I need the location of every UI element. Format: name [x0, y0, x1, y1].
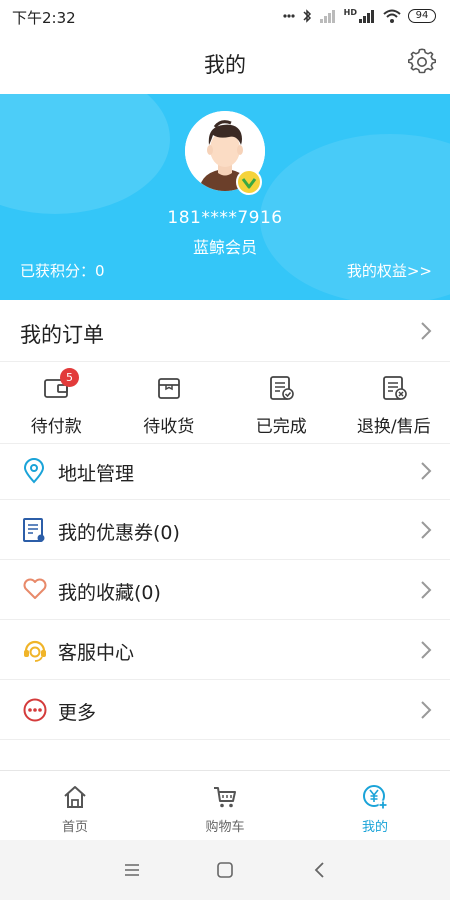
tab-mine[interactable]: 我的: [300, 771, 450, 840]
order-label: 待付款: [30, 417, 82, 437]
chevron-right-icon: [421, 701, 432, 719]
menu-customer-service[interactable]: 客服中心: [0, 620, 450, 680]
bottom-tab-bar: 首页 购物车 我的: [0, 770, 450, 840]
menu-label: 我的收藏(0): [58, 582, 161, 604]
status-bar: 下午2:32 HD 94: [0, 0, 450, 32]
page-header: 我的: [0, 32, 450, 94]
order-label: 待收货: [143, 417, 195, 437]
headset-icon: [24, 640, 46, 662]
wifi-icon: [383, 9, 401, 23]
menu-more[interactable]: 更多: [0, 680, 450, 740]
my-orders-title: 我的订单: [20, 323, 104, 347]
more-dots-icon: [283, 14, 295, 18]
page-title: 我的: [204, 53, 246, 77]
menu-favorites[interactable]: 我的收藏(0): [0, 560, 450, 620]
more-dots-icon: [23, 698, 47, 722]
menu-label: 地址管理: [58, 463, 135, 485]
order-label: 已完成: [255, 417, 307, 437]
menu-coupons[interactable]: 我的优惠券(0): [0, 500, 450, 560]
order-pending-payment[interactable]: 5 待付款: [0, 362, 113, 443]
order-status-row: 5 待付款 待收货 已完成 退换/售后: [0, 362, 450, 444]
system-navigation-bar: [0, 840, 450, 900]
order-returns[interactable]: 退换/售后: [338, 362, 450, 443]
box-icon: [157, 378, 180, 399]
home-icon: [64, 786, 86, 808]
location-pin-icon: [23, 458, 45, 484]
tab-label: 购物车: [205, 820, 245, 835]
chevron-right-icon: [421, 322, 432, 340]
chevron-right-icon: [421, 462, 432, 480]
menu-label: 更多: [58, 702, 97, 724]
vip-badge-icon: [236, 169, 262, 195]
heart-icon: [23, 578, 47, 599]
order-completed[interactable]: 已完成: [225, 362, 338, 443]
member-level: 蓝鲸会员: [192, 238, 257, 257]
signal-strong-icon: [359, 10, 374, 23]
bluetooth-icon: [303, 9, 311, 23]
tab-label: 首页: [61, 820, 88, 835]
battery-indicator: 94: [408, 9, 436, 23]
gear-icon[interactable]: [408, 48, 436, 76]
status-time: 下午2:32: [12, 9, 76, 27]
points-label: 已获积分：0: [20, 262, 105, 280]
menu-label: 客服中心: [58, 642, 135, 664]
profile-banner: 181****7916 蓝鲸会员 已获积分：0 我的权益>>: [0, 94, 450, 300]
network-type-label: HD: [343, 7, 357, 17]
yen-plus-icon: [363, 785, 388, 810]
user-phone: 181****7916: [167, 208, 283, 228]
cart-icon: [214, 787, 236, 808]
chevron-right-icon: [421, 641, 432, 659]
chevron-right-icon: [421, 521, 432, 539]
my-orders-header[interactable]: 我的订单: [0, 300, 450, 362]
return-doc-icon: [382, 376, 407, 400]
back-arrow-icon[interactable]: [310, 860, 330, 880]
tab-cart[interactable]: 购物车: [150, 771, 300, 840]
banner-decoration: [0, 94, 170, 214]
recent-apps-icon[interactable]: [122, 860, 142, 880]
home-square-icon[interactable]: [215, 860, 235, 880]
order-pending-receipt[interactable]: 待收货: [113, 362, 226, 443]
my-rights-link[interactable]: 我的权益>>: [347, 260, 432, 281]
tab-home[interactable]: 首页: [0, 771, 150, 840]
order-label: 退换/售后: [356, 417, 431, 437]
tab-label: 我的: [361, 820, 388, 835]
status-icons: HD 94: [283, 6, 436, 26]
signal-weak-icon: [319, 10, 335, 23]
completed-doc-icon: [270, 376, 295, 400]
menu-label: 我的优惠券(0): [58, 522, 180, 544]
chevron-right-icon: [421, 581, 432, 599]
menu-address[interactable]: 地址管理: [0, 444, 450, 500]
coupon-icon: [23, 518, 45, 542]
pending-payment-badge: 5: [60, 368, 79, 387]
